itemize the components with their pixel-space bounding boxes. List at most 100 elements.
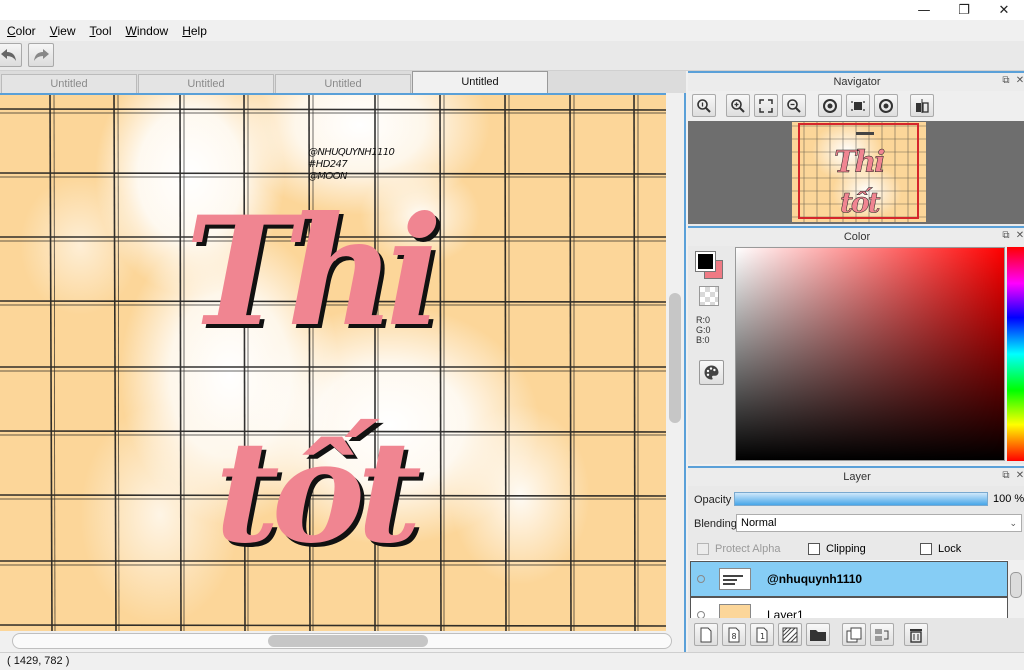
blending-mode-value: Normal: [741, 517, 777, 529]
trash-icon: [910, 628, 922, 643]
horizontal-scroll-track[interactable]: [12, 633, 672, 649]
new-1bit-layer-button[interactable]: 1: [750, 623, 774, 646]
svg-text:1: 1: [760, 632, 765, 641]
title-bar: — ❐ ✕: [0, 0, 1024, 20]
foreground-color-swatch[interactable]: [695, 251, 716, 272]
palette-button[interactable]: [699, 360, 724, 385]
paint-app-window: — ❐ ✕ Color View Tool Window Help Untitl…: [0, 0, 1024, 670]
navigator-toolbar: [688, 91, 1024, 121]
panel-close-icon[interactable]: ✕: [1014, 230, 1024, 242]
tab-untitled-1[interactable]: Untitled: [1, 74, 137, 93]
visibility-icon[interactable]: [697, 611, 705, 618]
menu-window[interactable]: Window: [119, 24, 176, 38]
drawing-canvas[interactable]: @NHUQUYNH1110 #HD247 @MOON Thi tốt: [0, 93, 666, 631]
8bit-layer-icon: 8: [728, 627, 740, 642]
palette-icon: [704, 365, 719, 380]
clipping-checkbox[interactable]: Clipping: [808, 543, 866, 555]
fit-icon: [759, 98, 773, 113]
1bit-layer-icon: 1: [756, 627, 768, 642]
tab-untitled-4-active[interactable]: Untitled: [412, 71, 548, 93]
rotate-right-icon: [879, 98, 893, 113]
credit-text: @NHUQUYNH1110 #HD247 @MOON: [308, 147, 395, 183]
menu-help[interactable]: Help: [175, 24, 214, 38]
lock-label: Lock: [938, 543, 962, 555]
panel-close-icon[interactable]: ✕: [1014, 470, 1024, 482]
layer-list: @nhuquynh1110 Layer1: [690, 560, 1008, 618]
opacity-label: Opacity: [694, 494, 732, 506]
delete-layer-button[interactable]: [904, 623, 928, 646]
zoom-actual-icon: [697, 98, 711, 113]
undock-icon[interactable]: ⧉: [1000, 470, 1012, 482]
undock-icon[interactable]: ⧉: [1000, 75, 1012, 87]
restore-button[interactable]: ❐: [944, 0, 984, 20]
layer-row[interactable]: @nhuquynh1110: [690, 561, 1008, 597]
protect-alpha-checkbox[interactable]: Protect Alpha: [697, 543, 780, 555]
credit-line-2: #HD247: [308, 159, 348, 170]
horizontal-scroll-thumb[interactable]: [268, 635, 428, 647]
lock-checkbox[interactable]: Lock: [920, 543, 961, 555]
layer-list-scrollbar[interactable]: [1008, 560, 1024, 618]
duplicate-icon: [846, 627, 862, 642]
undo-button[interactable]: [0, 43, 22, 67]
menu-tool[interactable]: Tool: [83, 24, 119, 38]
redo-icon: [34, 49, 49, 61]
flip-button[interactable]: [910, 94, 934, 117]
transparent-color-swatch[interactable]: [699, 286, 719, 306]
tab-untitled-3[interactable]: Untitled: [275, 74, 411, 93]
vertical-scroll-thumb[interactable]: [669, 293, 681, 423]
new-folder-button[interactable]: [806, 623, 830, 646]
green-value: G:0: [696, 325, 711, 335]
rotate-reset-button[interactable]: [846, 94, 870, 117]
menu-color[interactable]: Color: [0, 24, 43, 38]
blending-mode-select[interactable]: Normal ⌄: [736, 514, 1022, 532]
hue-slider[interactable]: [1007, 247, 1024, 461]
clipping-box: [808, 543, 820, 555]
zoom-actual-button[interactable]: [692, 94, 716, 117]
merge-icon: [875, 628, 889, 641]
fit-window-button[interactable]: [754, 94, 778, 117]
panel-close-icon[interactable]: ✕: [1014, 75, 1024, 87]
redo-button[interactable]: [28, 43, 54, 67]
protect-alpha-box: [697, 543, 709, 555]
canvas-vertical-scrollbar[interactable]: [666, 93, 684, 631]
zoom-in-button[interactable]: [726, 94, 750, 117]
close-icon: ✕: [998, 2, 1010, 18]
rgb-readout: R:0 G:0 B:0: [696, 315, 711, 345]
layer-toolbar: 8 1: [688, 618, 1024, 652]
menu-bar: Color View Tool Window Help: [0, 20, 1024, 41]
new-8bit-layer-button[interactable]: 8: [722, 623, 746, 646]
minimize-button[interactable]: —: [904, 0, 944, 20]
rotate-right-button[interactable]: [874, 94, 898, 117]
rotate-left-button[interactable]: [818, 94, 842, 117]
layer-scroll-thumb[interactable]: [1010, 572, 1022, 598]
opacity-slider[interactable]: [734, 492, 988, 506]
chevron-down-icon: ⌄: [1009, 518, 1017, 528]
merge-layer-button[interactable]: [870, 623, 894, 646]
new-tone-layer-button[interactable]: [778, 623, 802, 646]
svg-text:8: 8: [732, 632, 737, 641]
zoom-out-button[interactable]: [782, 94, 806, 117]
undock-icon[interactable]: ⧉: [1000, 230, 1012, 242]
layer-thumbnail-art: [723, 575, 743, 585]
navigator-viewport-frame[interactable]: [798, 123, 919, 219]
navigator-title-bar: Navigator ⧉ ✕: [688, 71, 1024, 91]
close-button[interactable]: ✕: [984, 0, 1024, 20]
saturation-value-picker[interactable]: [735, 247, 1005, 461]
navigator-preview[interactable]: Thi tốt: [688, 121, 1024, 224]
color-title: Color: [843, 231, 871, 243]
layer-row[interactable]: Layer1: [690, 597, 1008, 618]
duplicate-layer-button[interactable]: [842, 623, 866, 646]
navigator-panel: Navigator ⧉ ✕ Thi tốt: [688, 71, 1024, 226]
menu-view[interactable]: View: [43, 24, 83, 38]
layer-name: @nhuquynh1110: [767, 572, 863, 586]
layer-title-bar: Layer ⧉ ✕: [688, 466, 1024, 486]
rotate-reset-icon: [851, 100, 865, 111]
layer-title: Layer: [843, 471, 871, 483]
red-value: R:0: [696, 315, 711, 325]
navigator-thumbnail: Thi tốt: [792, 122, 926, 222]
new-layer-button[interactable]: [694, 623, 718, 646]
canvas-horizontal-scrollbar[interactable]: [0, 631, 684, 652]
flip-icon: [916, 98, 929, 113]
tab-untitled-2[interactable]: Untitled: [138, 74, 274, 93]
visibility-icon[interactable]: [697, 575, 705, 583]
